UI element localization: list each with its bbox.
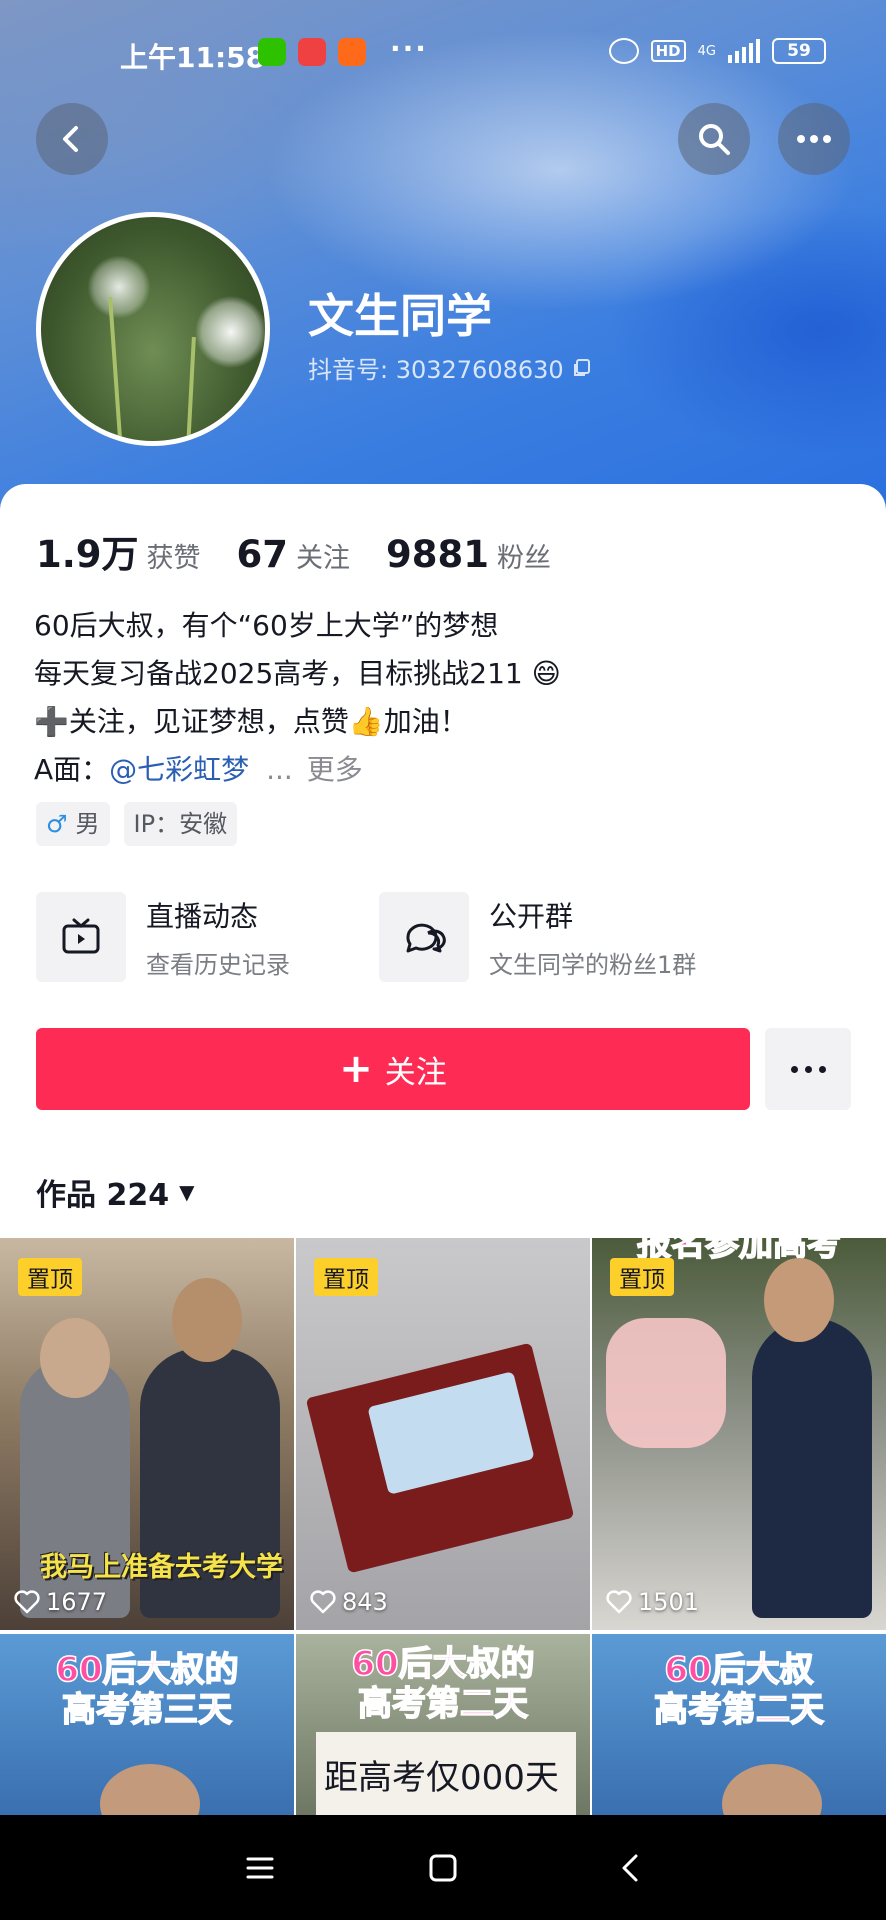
home-square-icon <box>429 1854 457 1882</box>
stats-row: 1.9万 获赞 67 关注 9881 粉丝 <box>36 524 551 578</box>
pinned-badge: 置顶 <box>18 1258 82 1296</box>
video-thumbnail[interactable]: 60后大叔 高考第二天 <box>592 1634 886 1815</box>
group-chat-icon <box>379 892 469 982</box>
video-caption: 我马上准备去考大学 <box>40 1552 283 1583</box>
ellipsis-icon <box>797 135 831 143</box>
follow-more-button[interactable] <box>765 1028 851 1110</box>
feature-subtitle: 文生同学的粉丝1群 <box>489 950 697 979</box>
hd-icon: HD <box>650 40 686 62</box>
like-count: 1501 <box>606 1588 699 1616</box>
bio: 60后大叔，有个“60岁上大学”的梦想 每天复习备战2025高考，目标挑战211… <box>34 602 854 794</box>
mention-link[interactable]: @七彩虹梦 <box>109 753 249 786</box>
video-thumbnail[interactable]: 60后大叔的 高考第二天 距高考仅000天 <box>296 1634 590 1815</box>
countdown-sign: 距高考仅000天 <box>316 1732 576 1815</box>
signal-icon <box>728 39 760 63</box>
like-count: 843 <box>310 1588 388 1616</box>
video-overlay-text: 60后大叔 高考第二天 <box>653 1649 825 1731</box>
male-icon: ♂ <box>46 810 68 838</box>
wechat-icon <box>258 38 286 66</box>
bio-more-link[interactable]: 更多 <box>307 753 363 786</box>
app-icon <box>338 38 366 66</box>
dandelion-stem <box>108 297 122 437</box>
search-icon <box>699 124 730 155</box>
caret-down-icon: ▼ <box>179 1180 195 1204</box>
plus-icon: + <box>339 1046 373 1092</box>
fan-group-entry[interactable]: 公开群 文生同学的粉丝1群 <box>379 892 696 982</box>
network-label: 4G <box>697 43 716 59</box>
tags-row: ♂ 男 IP：安徽 <box>36 802 238 846</box>
heart-icon <box>606 1590 632 1614</box>
toutiao-icon <box>298 38 326 66</box>
heart-icon <box>14 1590 40 1614</box>
copy-icon[interactable] <box>572 358 592 378</box>
ellipsis-dot <box>818 1065 826 1073</box>
stat-followers[interactable]: 9881 粉丝 <box>386 533 551 576</box>
tv-icon <box>36 892 126 982</box>
video-thumbnail[interactable]: 置顶 843 <box>296 1238 590 1630</box>
menu-nav-button[interactable] <box>240 1851 280 1885</box>
follow-label: 关注 <box>384 1054 447 1091</box>
bio-line: ➕关注，见证梦想，点赞👍加油！ <box>34 705 468 738</box>
ellipsis-dot <box>790 1065 798 1073</box>
bio-line: 每天复习备战2025高考，目标挑战211 😄 <box>34 657 561 690</box>
douyin-id-text: 抖音号: 30327608630 <box>308 356 564 384</box>
stat-following[interactable]: 67 关注 <box>237 533 351 576</box>
status-right: HD 4G 59 <box>608 38 826 64</box>
bio-line: A面：@七彩虹梦 ... 更多 <box>34 753 363 786</box>
works-label: 作品 224 <box>36 1178 170 1213</box>
more-options-button[interactable] <box>778 103 850 175</box>
more-notifications-icon: ··· <box>390 32 428 65</box>
video-thumbnail[interactable]: 60后大叔的 高考第三天 <box>0 1634 294 1815</box>
video-thumbnail[interactable]: 报名参加高考 置顶 1501 <box>592 1238 886 1630</box>
pinned-badge: 置顶 <box>610 1258 674 1296</box>
ellipsis-dot <box>804 1065 812 1073</box>
bio-line: 60后大叔，有个“60岁上大学”的梦想 <box>34 609 499 642</box>
search-button[interactable] <box>678 103 750 175</box>
douyin-id[interactable]: 抖音号: 30327608630 <box>308 350 592 385</box>
status-time: 上午11:58 <box>120 41 266 74</box>
live-history-entry[interactable]: 直播动态 查看历史记录 <box>36 892 290 982</box>
feature-title: 公开群 <box>489 899 574 933</box>
alarm-icon <box>608 38 639 64</box>
ip-tag: IP：安徽 <box>123 802 238 846</box>
avatar[interactable] <box>36 212 270 446</box>
back-triangle-icon <box>622 1854 638 1882</box>
status-bar: 上午11:58 ··· HD 4G 59 <box>0 28 886 78</box>
gender-tag: ♂ 男 <box>36 802 110 846</box>
feature-title: 直播动态 <box>146 899 259 933</box>
profile-card: 1.9万 获赞 67 关注 9881 粉丝 60后大叔，有个“60岁上大学”的梦想 每… <box>0 484 886 1238</box>
pinned-badge: 置顶 <box>314 1258 378 1296</box>
heart-icon <box>310 1590 336 1614</box>
video-overlay-text: 60后大叔的 高考第三天 <box>55 1649 240 1731</box>
battery-icon: 59 <box>772 38 826 64</box>
system-nav-bar <box>0 1815 886 1920</box>
video-grid: 置顶 我马上准备去考大学 1677 置顶 843 报名参加高考 置顶 1501 … <box>0 1238 886 1815</box>
profile-name: 文生同学 <box>308 289 492 343</box>
like-count: 1677 <box>14 1588 107 1616</box>
video-thumbnail[interactable]: 置顶 我马上准备去考大学 1677 <box>0 1238 294 1630</box>
back-nav-button[interactable] <box>610 1851 650 1885</box>
home-nav-button[interactable] <box>423 1851 463 1885</box>
back-button[interactable] <box>36 103 108 175</box>
feature-subtitle: 查看历史记录 <box>146 950 290 979</box>
works-tab[interactable]: 作品 224 ▼ <box>36 1170 194 1214</box>
stat-likes[interactable]: 1.9万 获赞 <box>36 524 201 578</box>
profile-banner: 上午11:58 ··· HD 4G 59 文生同学 抖音号: 303276086… <box>0 0 886 520</box>
menu-icon <box>246 1857 274 1879</box>
chevron-left-icon <box>63 126 78 152</box>
dandelion-stem <box>186 336 196 441</box>
follow-button[interactable]: + 关注 <box>36 1028 750 1110</box>
video-overlay-text: 60后大叔的 高考第二天 <box>351 1643 536 1725</box>
